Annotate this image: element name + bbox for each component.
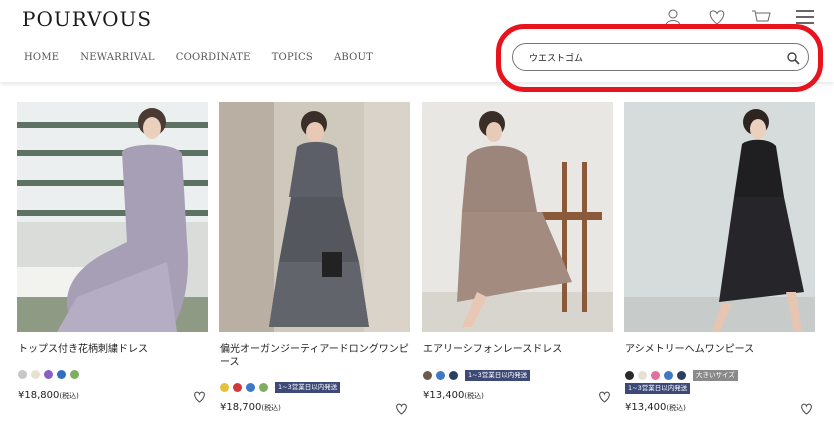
shipping-badge: 1~3営業日以内発送 [465, 370, 531, 381]
color-swatch[interactable] [31, 370, 40, 379]
product-image[interactable] [17, 102, 208, 332]
color-swatch[interactable] [664, 371, 673, 380]
badge-row: 1~3営業日以内発送 [625, 383, 691, 394]
color-swatches: 1~3営業日以内発送 [220, 382, 341, 393]
product-name[interactable]: トップス付き花柄刺繍ドレス [18, 343, 213, 356]
color-swatches: 1~3営業日以内発送 [423, 370, 531, 381]
nav-home[interactable]: HOME [24, 52, 59, 63]
product-name[interactable]: 偏光オーガンジーティアードロングワンピース [220, 343, 415, 369]
product-price: ¥13,400(税込) [625, 402, 686, 413]
product-name[interactable]: エアリーシフォンレースドレス [423, 343, 618, 356]
product-image[interactable] [219, 102, 410, 332]
nav-coordinate[interactable]: COORDINATE [176, 52, 251, 63]
color-swatch[interactable] [651, 371, 660, 380]
search-highlight-outline [496, 24, 823, 92]
color-swatch[interactable] [70, 370, 79, 379]
product-name[interactable]: アシメトリーヘムワンピース [625, 343, 820, 356]
nav-newarrival[interactable]: NEWARRIVAL [80, 52, 154, 63]
main-nav: HOME NEWARRIVAL COORDINATE TOPICS ABOUT [24, 52, 373, 63]
color-swatch[interactable] [57, 370, 66, 379]
product-image[interactable] [422, 102, 613, 332]
favorite-heart-icon[interactable] [193, 388, 206, 403]
product-image[interactable] [624, 102, 815, 332]
product-price: ¥18,700(税込) [220, 402, 281, 413]
color-swatch[interactable] [625, 371, 634, 380]
color-swatch[interactable] [220, 383, 229, 392]
shipping-badge: 1~3営業日以内発送 [625, 383, 691, 394]
color-swatch[interactable] [246, 383, 255, 392]
color-swatch[interactable] [259, 383, 268, 392]
color-swatch[interactable] [44, 370, 53, 379]
product-price: ¥13,400(税込) [423, 390, 484, 401]
color-swatch[interactable] [436, 371, 445, 380]
favorite-heart-icon[interactable] [395, 400, 408, 415]
nav-topics[interactable]: TOPICS [272, 52, 313, 63]
product-price: ¥18,800(税込) [18, 390, 79, 401]
color-swatches: 大きいサイズ [625, 370, 738, 381]
product-card[interactable]: 偏光オーガンジーティアードロングワンピース 1~3営業日以内発送 ¥18,700… [219, 102, 410, 422]
shipping-badge: 1~3営業日以内発送 [275, 382, 341, 393]
color-swatch[interactable] [18, 370, 27, 379]
product-card[interactable]: アシメトリーヘムワンピース 大きいサイズ 1~3営業日以内発送 ¥13,400(… [624, 102, 815, 422]
product-card[interactable]: トップス付き花柄刺繍ドレス ¥18,800(税込) [17, 102, 208, 412]
product-card[interactable]: エアリーシフォンレースドレス 1~3営業日以内発送 ¥13,400(税込) [422, 102, 613, 412]
color-swatch[interactable] [423, 371, 432, 380]
color-swatches [18, 370, 79, 379]
size-badge: 大きいサイズ [693, 370, 738, 381]
site-logo[interactable]: POURVOUS [22, 7, 152, 31]
favorite-heart-icon[interactable] [598, 388, 611, 403]
color-swatch[interactable] [638, 371, 647, 380]
color-swatch[interactable] [449, 371, 458, 380]
nav-about[interactable]: ABOUT [334, 52, 373, 63]
color-swatch[interactable] [233, 383, 242, 392]
color-swatch[interactable] [677, 371, 686, 380]
favorite-heart-icon[interactable] [800, 400, 813, 415]
